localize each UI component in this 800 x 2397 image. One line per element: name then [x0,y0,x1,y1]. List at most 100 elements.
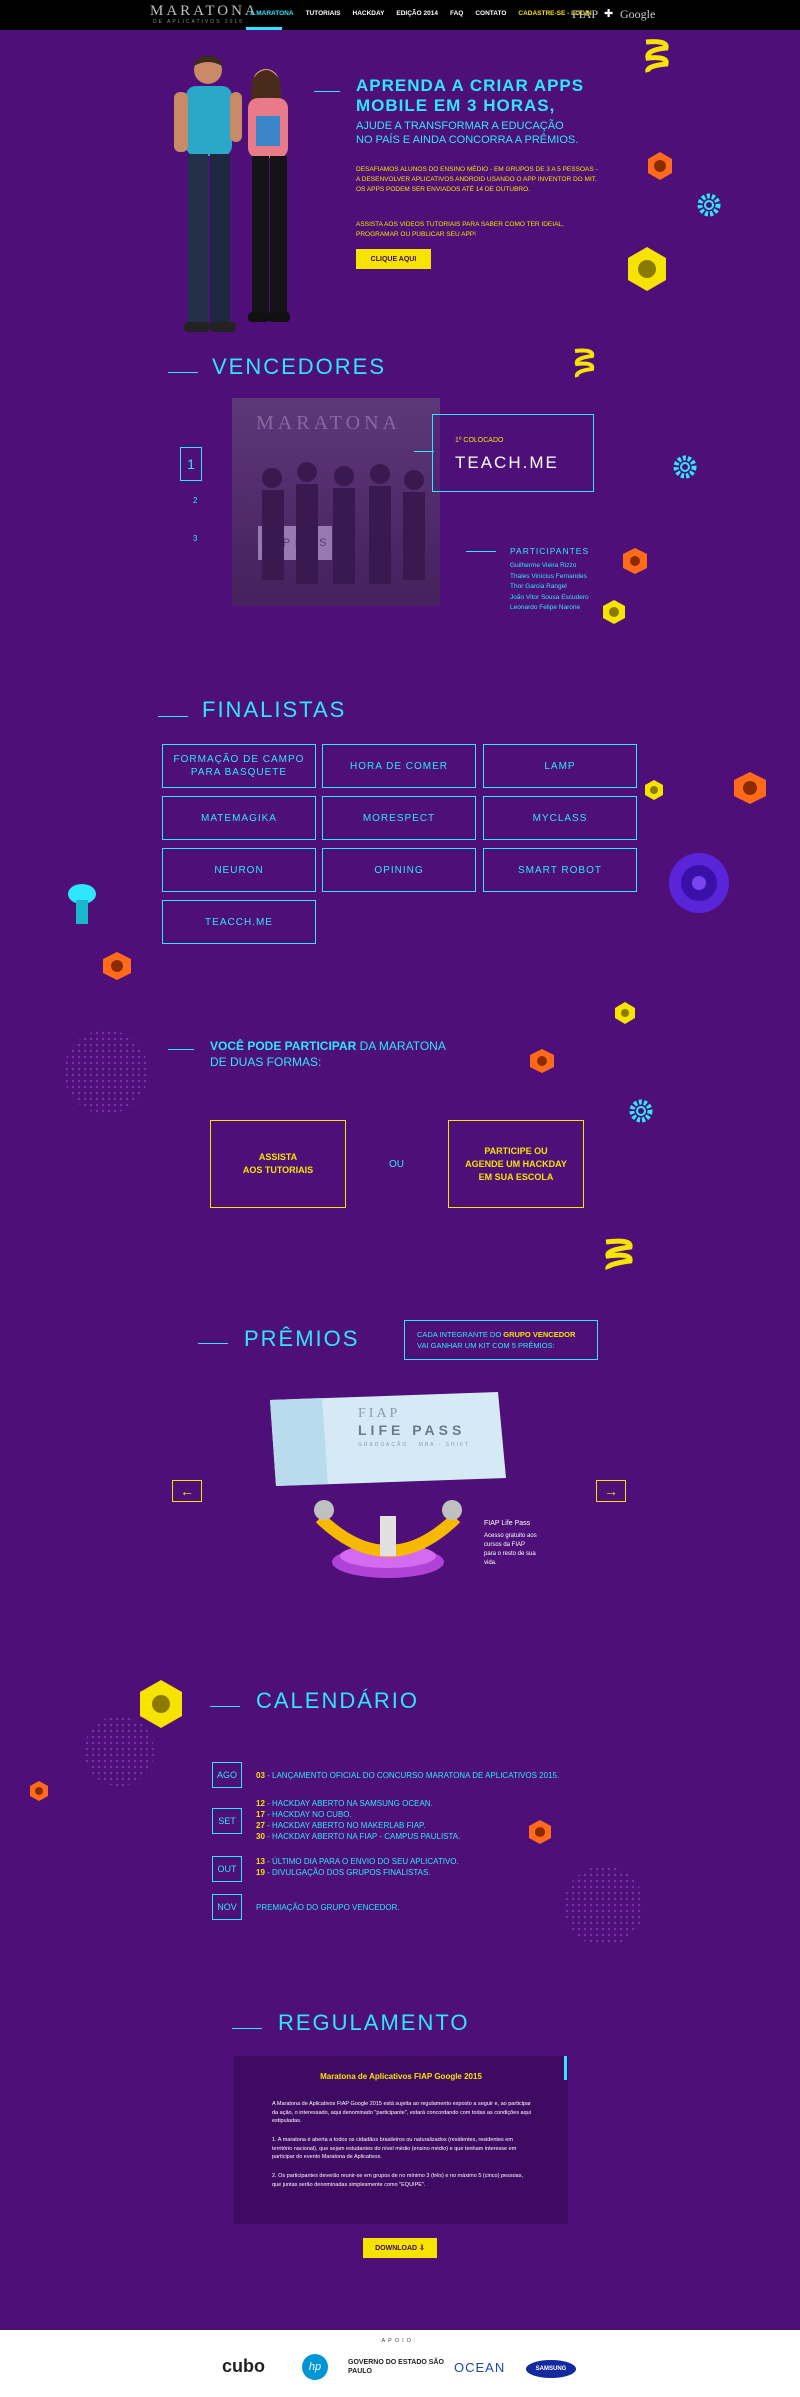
nav-item-a-maratona[interactable]: A MARATONA [244,10,300,17]
calendar-event: 12 - HACKDAY ABERTO NA SAMSUNG OCEAN. [256,1798,460,1809]
yellow-hex-nut-icon [603,600,625,624]
event-day: 30 [256,1832,265,1841]
orange-hex-nut-icon [530,1049,554,1073]
calendar-event: 19 - DIVULGAÇÃO DOS GRUPOS FINALISTAS. [256,1867,459,1878]
option-hackday[interactable]: PARTICIPE OU AGENDE UM HACKDAY EM SUA ES… [448,1120,584,1208]
winner-page-2[interactable]: 2 [193,496,197,505]
winner-place: 1º COLOCADO [455,437,504,444]
finalist-item[interactable]: MYCLASS [483,796,637,840]
prize-next-button[interactable]: → [596,1480,626,1502]
hero-title-line2: MOBILE EM 3 HORAS, [356,96,556,115]
prize-card-subtitle: GRADUAÇÃO · MBA · SHIFT [358,1442,471,1448]
orange-hex-nut-icon [30,1781,48,1801]
finalist-item[interactable]: MORESPECT [322,796,476,840]
cyan-gear-icon [673,455,697,479]
calendar-title: CALENDÁRIO [256,1688,420,1713]
rules-scrollbar[interactable] [564,2056,567,2080]
finalist-item[interactable]: TEACCH.ME [162,900,316,944]
finalist-item[interactable]: HORA DE COMER [322,744,476,788]
winner-page-3[interactable]: 3 [193,534,197,543]
event-day: 19 [256,1868,265,1877]
prize-description: Acesso gratuito aos cursos da FIAP para … [484,1533,537,1566]
cyan-screw-icon [68,884,96,924]
event-day: 27 [256,1821,265,1830]
hero-body2-line1: ASSISTA AOS VIDEOS TUTORIAIS PARA SABER … [356,221,564,228]
calendar-event: 03 - LANÇAMENTO OFICIAL DO CONCURSO MARA… [256,1770,559,1781]
decorative-dot-grid [564,1866,644,1946]
winner-page-1[interactable]: 1 [180,447,202,481]
event-day: 17 [256,1810,265,1819]
nav-item-contato[interactable]: CONTATO [469,10,512,17]
participate-title: VOCÊ PODE PARTICIPAR DA MARATONA DE DUAS… [210,1038,446,1070]
yellow-spring-icon [605,1238,633,1270]
yellow-spring-small-icon [574,348,595,378]
purple-wheel-icon [669,853,729,913]
nav-item-tutoriais[interactable]: TUTORIAIS [300,10,347,17]
calendar-month: OUT [212,1856,242,1882]
yellow-hex-nut-icon [628,247,666,291]
option-watch-tutorials[interactable]: ASSISTA AOS TUTORIAIS [210,1120,346,1208]
finalist-item[interactable]: LAMP [483,744,637,788]
calendar-month: SET [212,1808,242,1834]
site-logo[interactable]: MARATONA [150,3,259,20]
prize-image: FIAP LIFE PASS GRADUAÇÃO · MBA · SHIFT [262,1386,514,1602]
yellow-hex-nut-icon [615,1002,635,1024]
option-or-label: OU [389,1159,404,1170]
event-text: - HACKDAY ABERTO NO MAKERLAB FIAP. [264,1821,426,1830]
top-nav-bar: MARATONA DE APLICATIVOS 2015 A MARATONA … [0,0,800,30]
hero-students-illustration [160,40,320,345]
prizes-note-line2: VAI GANHAR UM KIT COM 5 PRÊMIOS: [417,1341,555,1350]
calendar-event: 13 - ÚLTIMO DIA PARA O ENVIO DO SEU APLI… [256,1856,459,1867]
nav-item-faq[interactable]: FAQ [444,10,469,17]
participant-item: João Vitor Sousa Escudero [510,593,589,601]
plus-icon: ✚ [604,8,614,20]
cyan-gear-icon [629,1099,653,1123]
participant-item: Leonardo Felipe Narone [510,604,581,611]
participant-item: Guilherme Vieira Rizzo [510,562,577,569]
participate-title-line2: DE DUAS FORMAS: [210,1055,322,1069]
nav-item-hackday[interactable]: HACKDAY [347,10,391,17]
prizes-note-bold: GRUPO VENCEDOR [503,1330,576,1339]
participate-title-rest: DA MARATONA [356,1039,446,1053]
hp-logo[interactable]: hp [302,2354,328,2380]
cubo-logo[interactable]: cubo [222,2356,265,2377]
hero-title: APRENDA A CRIAR APPS MOBILE EM 3 HORAS, [356,76,584,116]
rules-download-button[interactable]: DOWNLOAD ⇩ [363,2238,437,2258]
calendar-events-nov: PREMIAÇÃO DO GRUPO VENCEDOR. [256,1902,400,1913]
event-day: 12 [256,1799,265,1808]
photo-overlay [232,398,440,606]
rules-title-line [232,2028,262,2029]
participant-item: Thor Garcia Rangel [510,583,567,590]
nav-item-edicao-2014[interactable]: EDIÇÃO 2014 [390,10,444,17]
calendar-event: 30 - HACKDAY ABERTO NA FIAP - CAMPUS PAU… [256,1831,460,1842]
finalist-item[interactable]: SMART ROBOT [483,848,637,892]
ocean-logo[interactable]: OCEAN [454,2360,505,2375]
calendar-event: 17 - HACKDAY NO CUBO. [256,1809,460,1820]
finalist-item[interactable]: OPINING [322,848,476,892]
hero-body1-line2: A DESENVOLVER APLICATIVOS ANDROID USANDO… [356,176,597,183]
orange-hex-nut-icon [734,772,766,804]
sao-paulo-government-logo[interactable]: GOVERNO DO ESTADO SÃO PAULO [348,2358,444,2376]
prize-prev-button[interactable]: ← [172,1480,202,1502]
event-text: - HACKDAY NO CUBO. [264,1810,352,1819]
hero-cta-button[interactable]: CLIQUE AQUI [356,249,431,269]
event-text: - LANÇAMENTO OFICIAL DO CONCURSO MARATON… [264,1771,560,1780]
hero-title-line1: APRENDA A CRIAR APPS [356,76,585,95]
footer-sponsors: APOIO: cubo hp GOVERNO DO ESTADO SÃO PAU… [0,2330,800,2397]
rules-document[interactable]: Maratona de Aplicativos FIAP Google 2015… [234,2056,568,2224]
samsung-logo[interactable]: SAMSUNG [526,2360,576,2378]
yellow-hex-nut-icon [645,780,663,800]
participant-item: Thales Vinícius Fernandes [510,572,587,580]
winners-title-line [168,372,198,373]
event-text: - HACKDAY ABERTO NA SAMSUNG OCEAN. [264,1799,433,1808]
prizes-title: PRÊMIOS [244,1326,360,1351]
yellow-hex-nut-icon [140,1680,182,1728]
winner-card: 1º COLOCADO TEACH.ME [432,414,594,492]
finalist-item[interactable]: MATEMAGIKA [162,796,316,840]
finalist-item[interactable]: NEURON [162,848,316,892]
cyan-gear-icon [697,193,721,217]
fiap-logo: FIAP [572,7,599,21]
finalist-item[interactable]: FORMAÇÃO DE CAMPO PARA BASQUETE [162,744,316,788]
calendar-title-line [210,1706,240,1707]
rules-paragraph: 1. A maratona é aberta a todos os cidadã… [272,2137,517,2160]
